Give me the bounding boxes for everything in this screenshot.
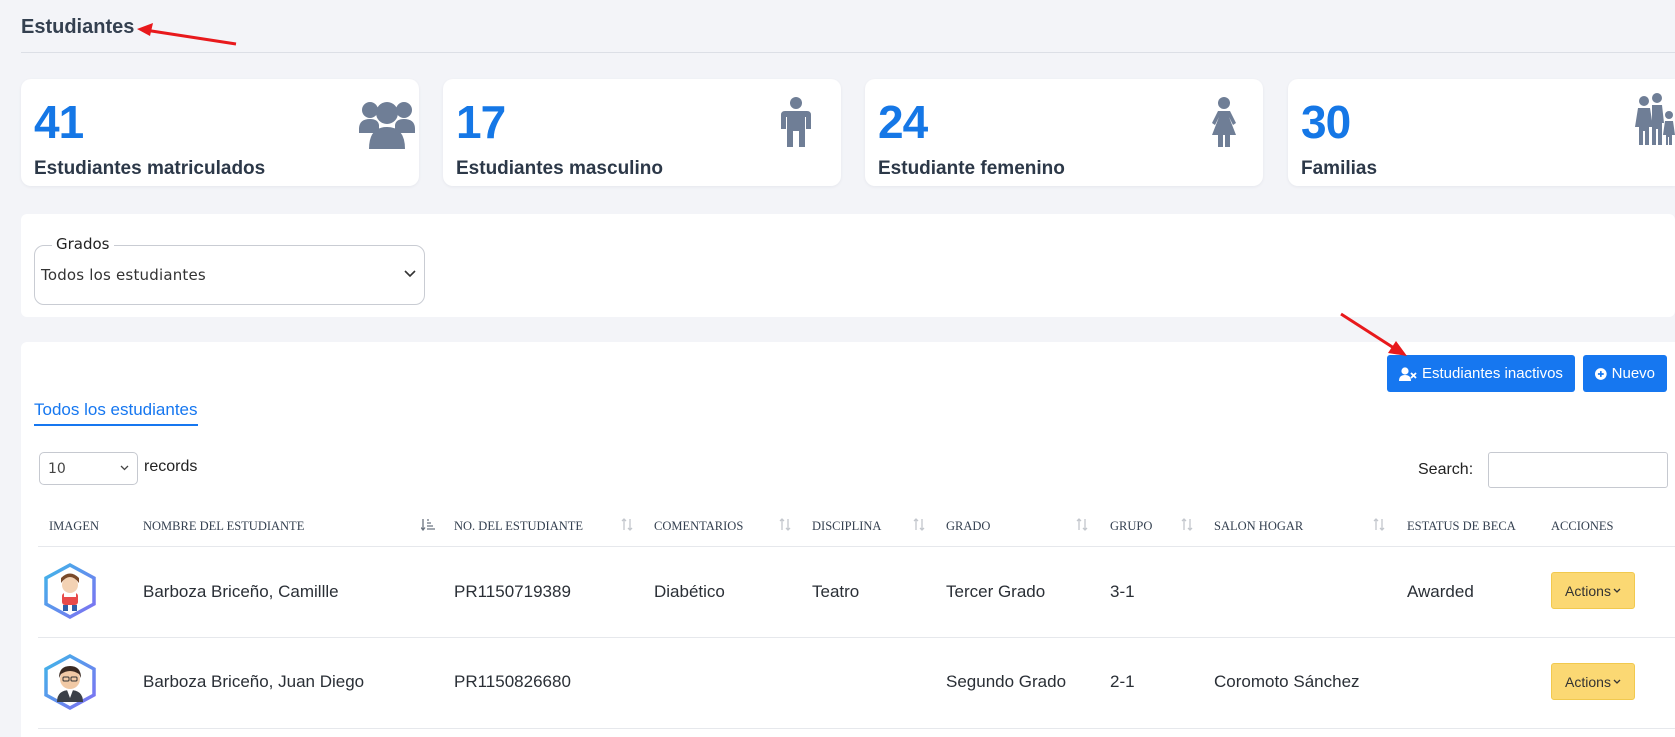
student-avatar: [43, 563, 97, 624]
page-length-value: 10: [48, 461, 66, 477]
column-header-scholarship[interactable]: ESTATUS DE BECA: [1407, 519, 1516, 534]
column-header-name[interactable]: NOMBRE DEL ESTUDIANTE: [143, 519, 304, 534]
column-header-image[interactable]: IMAGEN: [49, 519, 99, 534]
column-header-grade[interactable]: GRADO: [946, 519, 990, 534]
stat-value: 41: [34, 96, 84, 148]
stat-label: Estudiantes matriculados: [34, 158, 266, 179]
actions-dropdown-button[interactable]: Actions: [1551, 663, 1635, 700]
stat-value: 24: [878, 96, 928, 148]
stat-value: 17: [456, 96, 506, 148]
column-header-discipline[interactable]: DISCIPLINA: [812, 519, 881, 534]
sort-icon[interactable]: [1076, 518, 1088, 531]
family-icon: [1635, 93, 1675, 152]
stat-card-male: 17 Estudiantes masculino: [443, 79, 841, 186]
sort-icon[interactable]: [913, 518, 925, 531]
sort-icon[interactable]: [1373, 518, 1385, 531]
student-name: Barboza Briceño, Juan Diego: [143, 672, 365, 691]
title-divider: [21, 52, 1675, 53]
page-length-select[interactable]: 10: [39, 452, 138, 485]
sort-icon[interactable]: [621, 518, 633, 531]
table-header-divider: [38, 546, 1675, 547]
grade-select[interactable]: Grados Todos los estudiantes: [34, 235, 425, 305]
records-label: records: [144, 458, 198, 475]
column-header-homeroom[interactable]: SALON HOGAR: [1214, 519, 1303, 534]
student-homeroom: Coromoto Sánchez: [1214, 672, 1360, 691]
female-icon: [1205, 97, 1243, 154]
chevron-down-icon: [404, 270, 416, 278]
stat-label: Familias: [1301, 158, 1378, 179]
annotation-arrow-icon: [137, 23, 237, 46]
student-number: PR1150719389: [454, 582, 571, 601]
new-student-button[interactable]: Nuevo: [1583, 355, 1667, 392]
page-title: Estudiantes: [21, 16, 135, 38]
male-icon: [780, 97, 812, 154]
sort-icon[interactable]: [1181, 518, 1193, 531]
chevron-down-icon: [1613, 588, 1621, 593]
student-scholarship: Awarded: [1407, 582, 1474, 601]
column-header-group[interactable]: GRUPO: [1110, 519, 1152, 534]
student-number: PR1150826680: [454, 672, 571, 691]
actions-label: Actions: [1565, 673, 1611, 690]
row-divider: [38, 637, 1675, 638]
inactive-students-button[interactable]: Estudiantes inactivos: [1387, 355, 1575, 392]
stat-card-female: 24 Estudiante femenino: [865, 79, 1263, 186]
stat-label: Estudiante femenino: [878, 158, 1065, 179]
filter-panel: Grados Todos los estudiantes: [21, 214, 1675, 317]
student-group: 3-1: [1110, 582, 1135, 601]
column-header-actions: ACCIONES: [1551, 519, 1614, 533]
chevron-down-icon: [120, 465, 129, 471]
stat-label: Estudiantes masculino: [456, 158, 663, 179]
stat-card-families: 30 Familias: [1288, 79, 1675, 186]
grade-select-legend: Grados: [52, 235, 114, 253]
actions-dropdown-button[interactable]: Actions: [1551, 572, 1635, 609]
row-divider: [38, 728, 1675, 729]
column-header-student-number[interactable]: NO. DEL ESTUDIANTE: [454, 519, 583, 534]
inactive-students-label: Estudiantes inactivos: [1422, 365, 1563, 382]
stat-card-enrolled: 41 Estudiantes matriculados: [21, 79, 419, 186]
student-grade: Tercer Grado: [946, 582, 1046, 601]
plus-circle-icon: [1595, 367, 1607, 380]
student-discipline: Teatro: [812, 582, 860, 601]
user-times-icon: [1399, 366, 1417, 381]
chevron-down-icon: [1613, 679, 1621, 684]
column-header-comments[interactable]: COMENTARIOS: [654, 519, 743, 534]
search-input[interactable]: [1488, 452, 1668, 488]
tab-all-students[interactable]: Todos los estudiantes: [34, 400, 198, 426]
student-group: 2-1: [1110, 672, 1135, 691]
users-group-icon: [359, 97, 415, 156]
sort-asc-icon[interactable]: [421, 518, 435, 531]
student-name: Barboza Briceño, Camillle: [143, 582, 339, 601]
search-label: Search:: [1418, 461, 1474, 478]
grade-select-value: Todos los estudiantes: [41, 266, 206, 284]
student-avatar: [43, 654, 97, 715]
actions-label: Actions: [1565, 582, 1611, 599]
student-grade: Segundo Grado: [946, 672, 1067, 691]
stat-value: 30: [1301, 96, 1351, 148]
students-panel: Estudiantes inactivos Nuevo Todos los es…: [21, 342, 1675, 737]
new-student-label: Nuevo: [1611, 365, 1655, 382]
student-comments: Diabético: [654, 582, 725, 601]
sort-icon[interactable]: [779, 518, 791, 531]
